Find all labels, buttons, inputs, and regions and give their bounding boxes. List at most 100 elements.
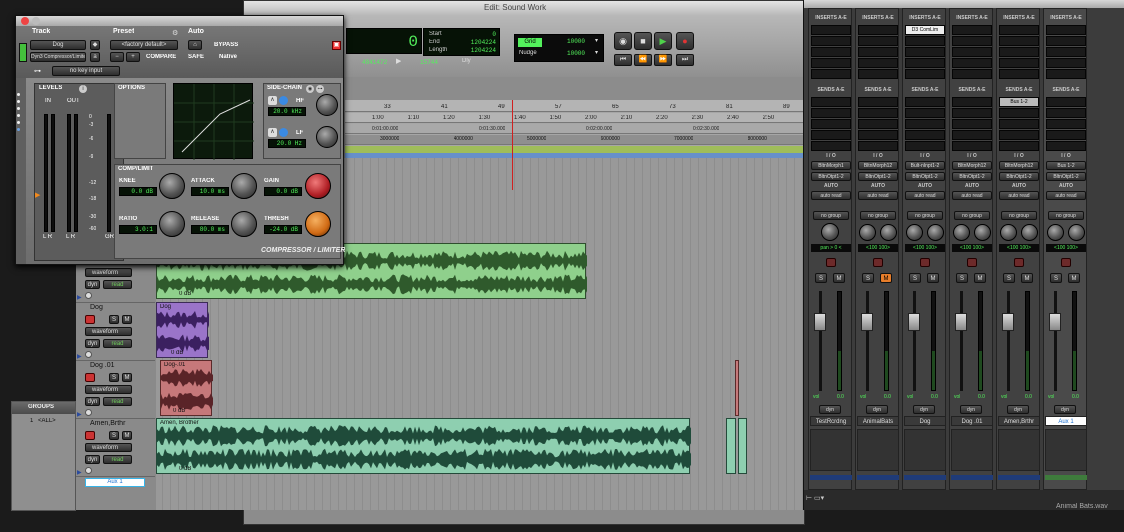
record-enable-button[interactable] [967, 258, 977, 267]
gain-value[interactable]: 0.0 dB [264, 187, 302, 196]
threshold-arrow-icon[interactable]: ▶ [35, 191, 40, 199]
insert-slot[interactable] [811, 69, 851, 79]
info-icon[interactable] [85, 409, 92, 416]
mute-button[interactable]: M [122, 373, 132, 382]
vol-value[interactable]: 0.0 [884, 394, 891, 400]
track-name-label[interactable]: Dog .01 [951, 416, 993, 426]
group-selector[interactable]: no group [1001, 211, 1037, 220]
send-slot[interactable] [858, 108, 898, 118]
output-selector[interactable]: BltnOtpt1-2 [952, 172, 992, 181]
info-icon[interactable] [85, 292, 92, 299]
track-header-row[interactable]: Amen,Brthr S Mwaveform dyn read ▶ [76, 418, 155, 476]
info-icon[interactable]: i [79, 85, 87, 93]
send-slot[interactable] [811, 130, 851, 140]
thresh-value[interactable]: -24.0 dB [264, 225, 302, 234]
input-selector[interactable]: Bult-nInpt1-2 [905, 161, 945, 170]
automation-mode-selector[interactable]: read [103, 339, 132, 348]
group-selector[interactable]: no group [813, 211, 849, 220]
plugin-titlebar[interactable] [16, 16, 343, 26]
insert-slot[interactable] [811, 47, 851, 57]
pan-value[interactable]: <100 100> [858, 244, 898, 252]
comments-box[interactable] [810, 429, 852, 471]
send-slot[interactable] [999, 130, 1039, 140]
pan-knob-right[interactable] [927, 224, 944, 241]
playlist-selector[interactable]: dyn [866, 405, 888, 414]
playlist-selector[interactable]: dyn [1054, 405, 1076, 414]
insert-slot[interactable] [858, 69, 898, 79]
insert-slot[interactable]: D3 ComLim [905, 25, 945, 35]
dot-icon[interactable] [17, 93, 20, 96]
vol-value[interactable]: 0.0 [978, 394, 985, 400]
send-slot[interactable] [811, 97, 851, 107]
mute-button[interactable]: M [1021, 273, 1033, 283]
audio-clip-dog[interactable]: Dog 0 dB [156, 302, 209, 358]
track-name-label[interactable]: AnimalBats [857, 416, 899, 426]
automation-mode-selector[interactable]: read [103, 397, 132, 406]
mute-button[interactable]: M [974, 273, 986, 283]
volume-fader[interactable] [1049, 313, 1061, 331]
key-input-selector[interactable]: no key input [52, 66, 120, 76]
pan-knob-left[interactable] [906, 224, 923, 241]
output-selector[interactable]: BltnOtpt1-2 [858, 172, 898, 181]
rewind-button[interactable]: ⏪ [634, 54, 652, 66]
grid-button[interactable]: Grid [518, 38, 542, 47]
playlist-selector[interactable]: dyn [1007, 405, 1029, 414]
track-name[interactable]: Dog [90, 304, 146, 311]
send-slot[interactable] [952, 97, 992, 107]
gear-icon[interactable]: ⚙ [172, 29, 178, 37]
input-selector[interactable]: Bus 1-2 [1046, 161, 1086, 170]
insert-slot[interactable] [952, 25, 992, 35]
mute-button[interactable]: M [122, 431, 132, 440]
output-selector[interactable]: BltnOtpt1-2 [811, 172, 851, 181]
track-name-aux[interactable]: Aux 1 [85, 478, 145, 487]
start-value[interactable]: 0 [492, 31, 496, 38]
send-slot[interactable]: Bus 1-2 [999, 97, 1039, 107]
hf-knob[interactable] [316, 94, 338, 116]
comments-box[interactable] [904, 429, 946, 471]
automation-mode-selector[interactable]: auto read [999, 191, 1039, 200]
pan-knob-left[interactable] [1000, 224, 1017, 241]
insert-slot[interactable] [811, 25, 851, 35]
comments-box[interactable] [998, 429, 1040, 471]
inserts-header[interactable]: INSERTS A-E [856, 15, 900, 21]
track-selector[interactable]: Dog [30, 40, 86, 50]
pan-knob-left[interactable] [1047, 224, 1064, 241]
playlist-selector[interactable]: dyn [85, 339, 100, 348]
send-slot[interactable] [952, 119, 992, 129]
insert-slot[interactable] [905, 58, 945, 68]
insert-slot[interactable] [999, 25, 1039, 35]
expand-icon[interactable]: ▶ [77, 294, 82, 301]
send-bus-name[interactable]: Bus 1-2 [1000, 98, 1038, 106]
online-button[interactable]: ◉ [614, 32, 632, 50]
automation-mode-selector[interactable]: read [103, 280, 132, 289]
volume-fader[interactable] [814, 313, 826, 331]
send-slot[interactable] [1046, 108, 1086, 118]
automation-mode-selector[interactable]: read [103, 455, 132, 464]
expand-icon[interactable]: ▶ [77, 411, 82, 418]
ratio-knob[interactable] [159, 211, 185, 237]
samples-ruler[interactable] [345, 135, 805, 145]
automation-mode-selector[interactable]: auto read [905, 191, 945, 200]
inserts-header[interactable]: INSERTS A-E [997, 15, 1041, 21]
insert-slot[interactable] [905, 36, 945, 46]
automation-mode-selector[interactable]: auto read [952, 191, 992, 200]
preset-minus-button[interactable]: − [110, 52, 124, 62]
insert-slot[interactable] [999, 36, 1039, 46]
fast-forward-button[interactable]: ⏩ [654, 54, 672, 66]
insert-slot[interactable] [811, 36, 851, 46]
insert-slot[interactable] [999, 58, 1039, 68]
pan-knob-right[interactable] [1021, 224, 1038, 241]
pan-knob-left[interactable] [859, 224, 876, 241]
track-name-label[interactable]: TestRcrdng [810, 416, 852, 426]
insert-slot[interactable] [811, 58, 851, 68]
playlist-selector[interactable]: dyn [913, 405, 935, 414]
record-enable-button[interactable] [1061, 258, 1071, 267]
track-view-selector[interactable]: waveform [85, 268, 132, 277]
expand-icon[interactable]: ▶ [77, 469, 82, 476]
close-icon[interactable] [21, 17, 29, 25]
send-slot[interactable] [1046, 97, 1086, 107]
track-name[interactable]: Dog .01 [90, 362, 146, 369]
dot-icon[interactable] [17, 114, 20, 117]
automation-mode-selector[interactable]: auto read [1046, 191, 1086, 200]
groups-all-item[interactable]: <ALL> [38, 418, 56, 424]
